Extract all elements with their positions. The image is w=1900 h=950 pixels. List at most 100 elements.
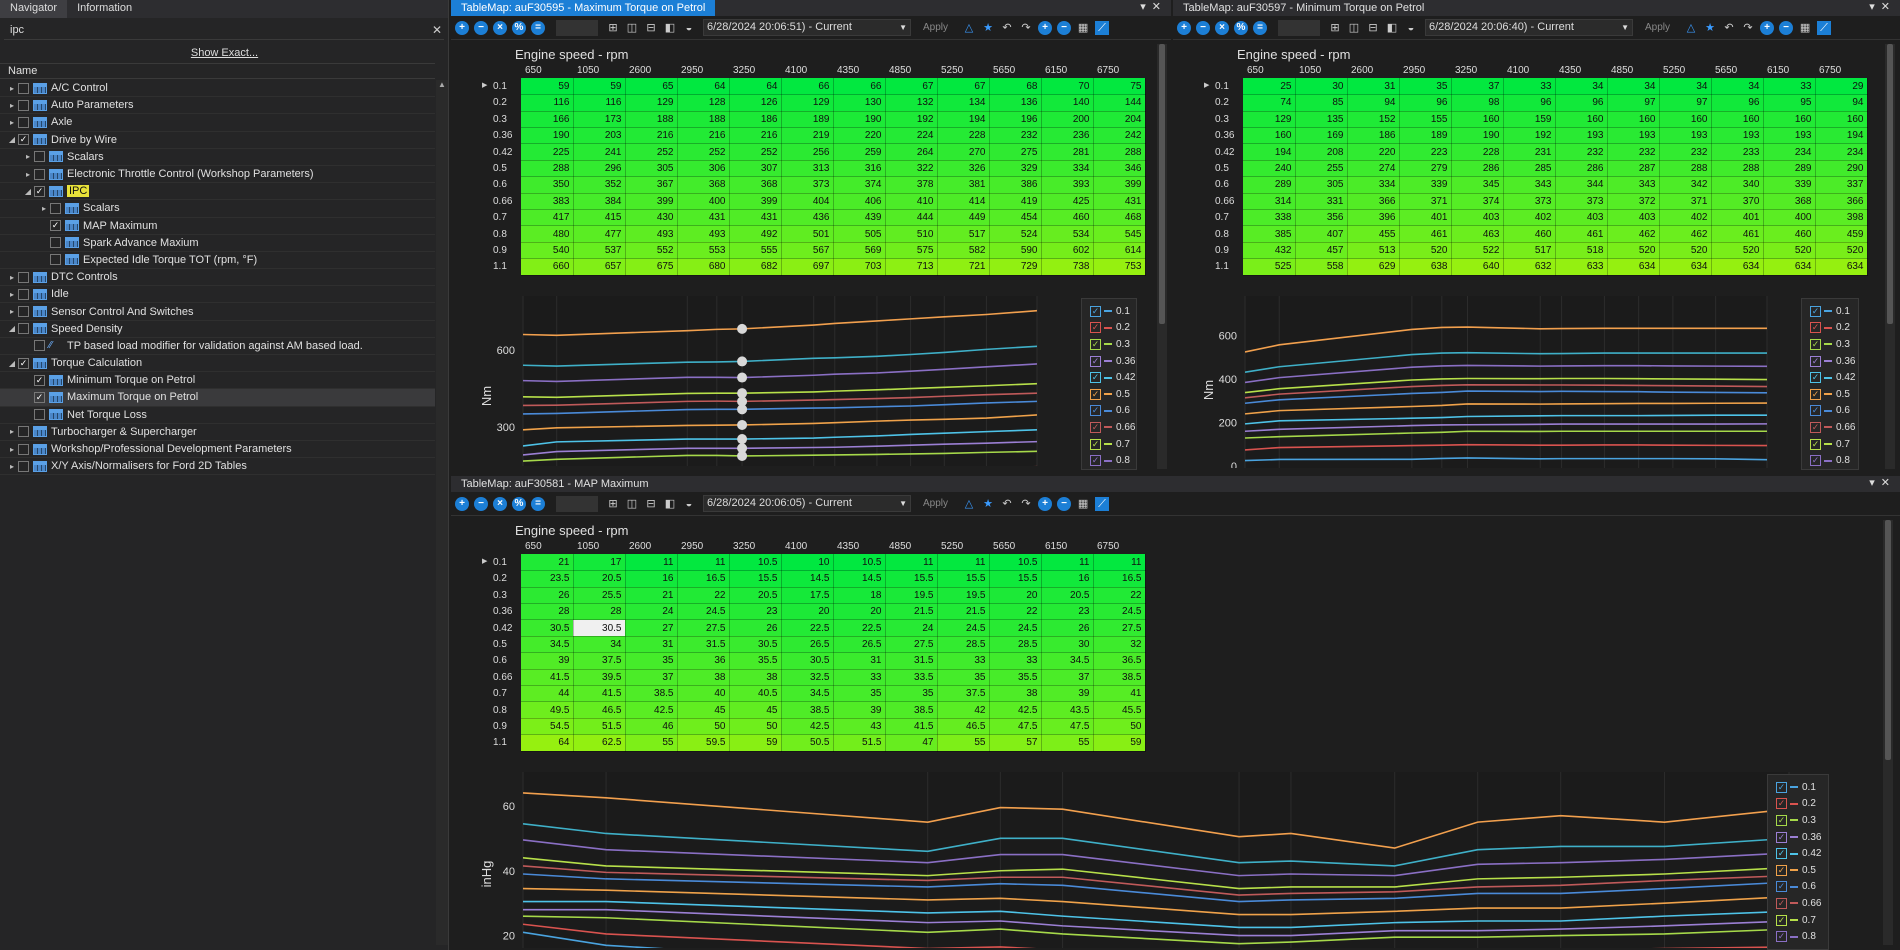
table-cell[interactable]: 32.5 xyxy=(781,669,834,687)
table-cell[interactable]: 634 xyxy=(1607,258,1660,276)
table-cell[interactable]: 29 xyxy=(1815,78,1868,96)
chart-icon[interactable]: ⟋ xyxy=(1817,20,1832,35)
table-cell[interactable]: 432 xyxy=(1243,242,1296,260)
dropdown-icon[interactable]: ▾ xyxy=(1140,1,1152,13)
table-cell[interactable]: 24 xyxy=(885,619,938,637)
table-cell[interactable]: 368 xyxy=(1763,193,1816,211)
table-cell[interactable]: 20.5 xyxy=(1041,587,1094,605)
table-cell[interactable]: 289 xyxy=(1243,176,1296,194)
table-cell[interactable]: 343 xyxy=(1503,176,1556,194)
legend-item[interactable]: ✓ 0.5 xyxy=(1802,386,1858,403)
table-cell[interactable]: 633 xyxy=(1555,258,1608,276)
table-cell[interactable]: 399 xyxy=(729,193,782,211)
split-view-icon[interactable]: ◧ xyxy=(663,497,677,511)
row-header[interactable]: 0.42 xyxy=(1201,144,1243,160)
table-cell[interactable]: 34.5 xyxy=(781,685,834,703)
table-cell[interactable]: 404 xyxy=(781,193,834,211)
table-cell[interactable]: 520 xyxy=(1607,242,1660,260)
legend-item[interactable]: ✓ 0.36 xyxy=(1768,829,1828,846)
triangle-icon[interactable]: △ xyxy=(962,497,976,511)
horizontal-smooth-icon[interactable]: ⊟ xyxy=(644,497,658,511)
table-cell[interactable]: 660 xyxy=(521,258,574,276)
table-cell[interactable]: 11 xyxy=(677,554,730,572)
table-cell[interactable]: 36 xyxy=(677,652,730,670)
table-cell[interactable]: 401 xyxy=(1711,209,1764,227)
horizontal-smooth-icon[interactable]: ⊟ xyxy=(1366,21,1380,35)
tree-checkbox[interactable]: ✓ xyxy=(18,134,29,146)
table-cell[interactable]: 344 xyxy=(1555,176,1608,194)
table-cell[interactable]: 383 xyxy=(521,193,574,211)
tree-item[interactable]: ▸ Workshop/Professional Development Param… xyxy=(0,441,435,459)
table-cell[interactable]: 431 xyxy=(1093,193,1146,211)
table-cell[interactable]: 367 xyxy=(625,176,678,194)
row-header[interactable]: 1.1 xyxy=(1201,259,1243,275)
legend-checkbox[interactable]: ✓ xyxy=(1776,831,1787,843)
row-header[interactable]: 0.5 xyxy=(479,160,521,176)
table-cell[interactable]: 322 xyxy=(885,160,938,178)
tree-item[interactable]: ◢ ✓ Torque Calculation xyxy=(0,355,435,373)
table-cell[interactable]: 537 xyxy=(573,242,626,260)
tree-checkbox[interactable] xyxy=(50,237,61,249)
panel-scrollbar[interactable] xyxy=(1157,44,1167,469)
table-cell[interactable]: 371 xyxy=(1659,193,1712,211)
table-cell[interactable]: 64 xyxy=(729,78,782,96)
undo-icon[interactable]: ↶ xyxy=(1722,21,1736,35)
table-cell[interactable]: 525 xyxy=(1243,258,1296,276)
legend-checkbox[interactable]: ✓ xyxy=(1090,305,1101,317)
table-cell[interactable]: 431 xyxy=(677,209,730,227)
legend-item[interactable]: ✓ 0.42 xyxy=(1082,369,1136,386)
tree-checkbox[interactable] xyxy=(50,202,61,214)
table-cell[interactable]: 279 xyxy=(1399,160,1452,178)
table-cell[interactable]: 31 xyxy=(1347,78,1400,96)
table-cell[interactable]: 26.5 xyxy=(781,636,834,654)
table-cell[interactable]: 193 xyxy=(1555,127,1608,145)
equals-icon[interactable]: = xyxy=(531,496,545,511)
table-cell[interactable]: 296 xyxy=(573,160,626,178)
table-cell[interactable]: 675 xyxy=(625,258,678,276)
tree-item[interactable]: ✓ Maximum Torque on Petrol xyxy=(0,389,435,407)
tree-checkbox[interactable] xyxy=(18,323,29,335)
table-cell[interactable]: 306 xyxy=(677,160,730,178)
table-cell[interactable]: 188 xyxy=(625,111,678,129)
column-header[interactable]: 6750 xyxy=(1815,62,1867,78)
table-cell[interactable]: 31 xyxy=(625,636,678,654)
table-cell[interactable]: 406 xyxy=(833,193,886,211)
compare-icon[interactable]: ◒ xyxy=(682,497,696,511)
table-cell[interactable]: 194 xyxy=(1815,127,1868,145)
column-header[interactable]: 6150 xyxy=(1763,62,1815,78)
tree-item[interactable]: ⁄⁄ TP based load modifier for validation … xyxy=(0,338,435,355)
redo-icon[interactable]: ↷ xyxy=(1019,21,1033,35)
tree-checkbox[interactable] xyxy=(34,168,45,180)
table-cell[interactable]: 62.5 xyxy=(573,734,626,752)
table-cell[interactable]: 31 xyxy=(833,652,886,670)
chart-icon[interactable]: ⟋ xyxy=(1095,496,1110,511)
dropdown-icon[interactable]: ▾ xyxy=(1869,1,1881,13)
table-cell[interactable]: 70 xyxy=(1041,78,1094,96)
table-cell[interactable]: 331 xyxy=(1295,193,1348,211)
legend-item[interactable]: ✓ 0.6 xyxy=(1082,403,1136,420)
table-cell[interactable]: 26 xyxy=(521,587,574,605)
table-cell[interactable]: 23 xyxy=(1041,603,1094,621)
column-header[interactable]: 2600 xyxy=(625,62,677,78)
table-cell[interactable]: 50 xyxy=(677,718,730,736)
table-cell[interactable]: 42.5 xyxy=(625,701,678,719)
table-cell[interactable]: 42.5 xyxy=(781,718,834,736)
row-header[interactable]: 0.36 xyxy=(479,128,521,144)
table-cell[interactable]: 520 xyxy=(1711,242,1764,260)
table-cell[interactable]: 20 xyxy=(989,587,1042,605)
table-cell[interactable]: 520 xyxy=(1399,242,1452,260)
table-cell[interactable]: 45.5 xyxy=(1093,701,1146,719)
table-cell[interactable]: 39 xyxy=(521,652,574,670)
table-cell[interactable]: 98 xyxy=(1451,94,1504,112)
table-cell[interactable]: 15.5 xyxy=(885,570,938,588)
add-icon[interactable]: + xyxy=(1177,20,1191,35)
row-header[interactable]: 0.2 xyxy=(479,95,521,111)
tree-checkbox[interactable]: ✓ xyxy=(34,374,45,386)
table-cell[interactable]: 461 xyxy=(1399,225,1452,243)
table-cell[interactable]: 160 xyxy=(1815,111,1868,129)
legend-checkbox[interactable]: ✓ xyxy=(1776,864,1787,876)
history-select[interactable]: 6/28/2024 20:06:51) - Current ▼ xyxy=(703,19,911,36)
table-cell[interactable]: 10.5 xyxy=(729,554,782,572)
table-cell[interactable]: 31.5 xyxy=(885,652,938,670)
table-cell[interactable]: 19.5 xyxy=(885,587,938,605)
